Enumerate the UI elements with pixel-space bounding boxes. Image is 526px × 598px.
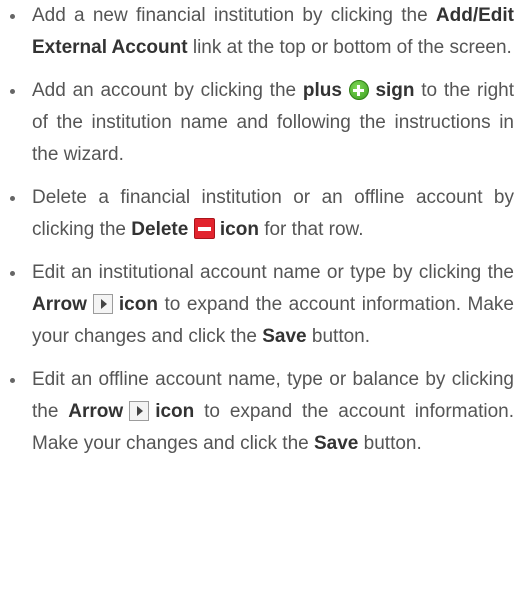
arrow-right-icon [129, 401, 150, 421]
plus-circle-icon [348, 80, 369, 100]
item-text: button. [358, 433, 422, 454]
sign-label: sign [375, 80, 415, 101]
list-item-add-institution: Add a new financial institution by click… [10, 0, 514, 64]
list-item-add-account: Add an account by clicking the plus sign… [10, 75, 514, 171]
list-item-delete: Delete a financial institution or an off… [10, 182, 514, 246]
icon-label: icon [155, 401, 195, 422]
item-text: Edit an institutional account name or ty… [32, 262, 514, 283]
plus-label: plus [302, 80, 342, 101]
item-text: Add a new financial institution by click… [32, 5, 436, 26]
item-text: for that row. [258, 219, 364, 240]
instruction-list: Add a new financial institution by click… [0, 0, 526, 460]
arrow-label: Arrow [68, 401, 124, 422]
list-item-edit-offline: Edit an offline account name, type or ba… [10, 364, 514, 460]
arrow-right-icon [92, 294, 113, 314]
icon-label: icon [219, 219, 259, 240]
arrow-label: Arrow [32, 294, 87, 315]
save-label: Save [262, 326, 307, 347]
icon-label: icon [118, 294, 158, 315]
item-text: link at the top or bottom of the screen. [187, 37, 512, 58]
delete-icon [193, 218, 215, 239]
item-text: Add an account by clicking the [32, 80, 303, 101]
item-text: button. [306, 326, 371, 347]
delete-label: Delete [131, 219, 189, 240]
save-label: Save [314, 433, 359, 454]
list-item-edit-institutional: Edit an institutional account name or ty… [10, 257, 514, 353]
